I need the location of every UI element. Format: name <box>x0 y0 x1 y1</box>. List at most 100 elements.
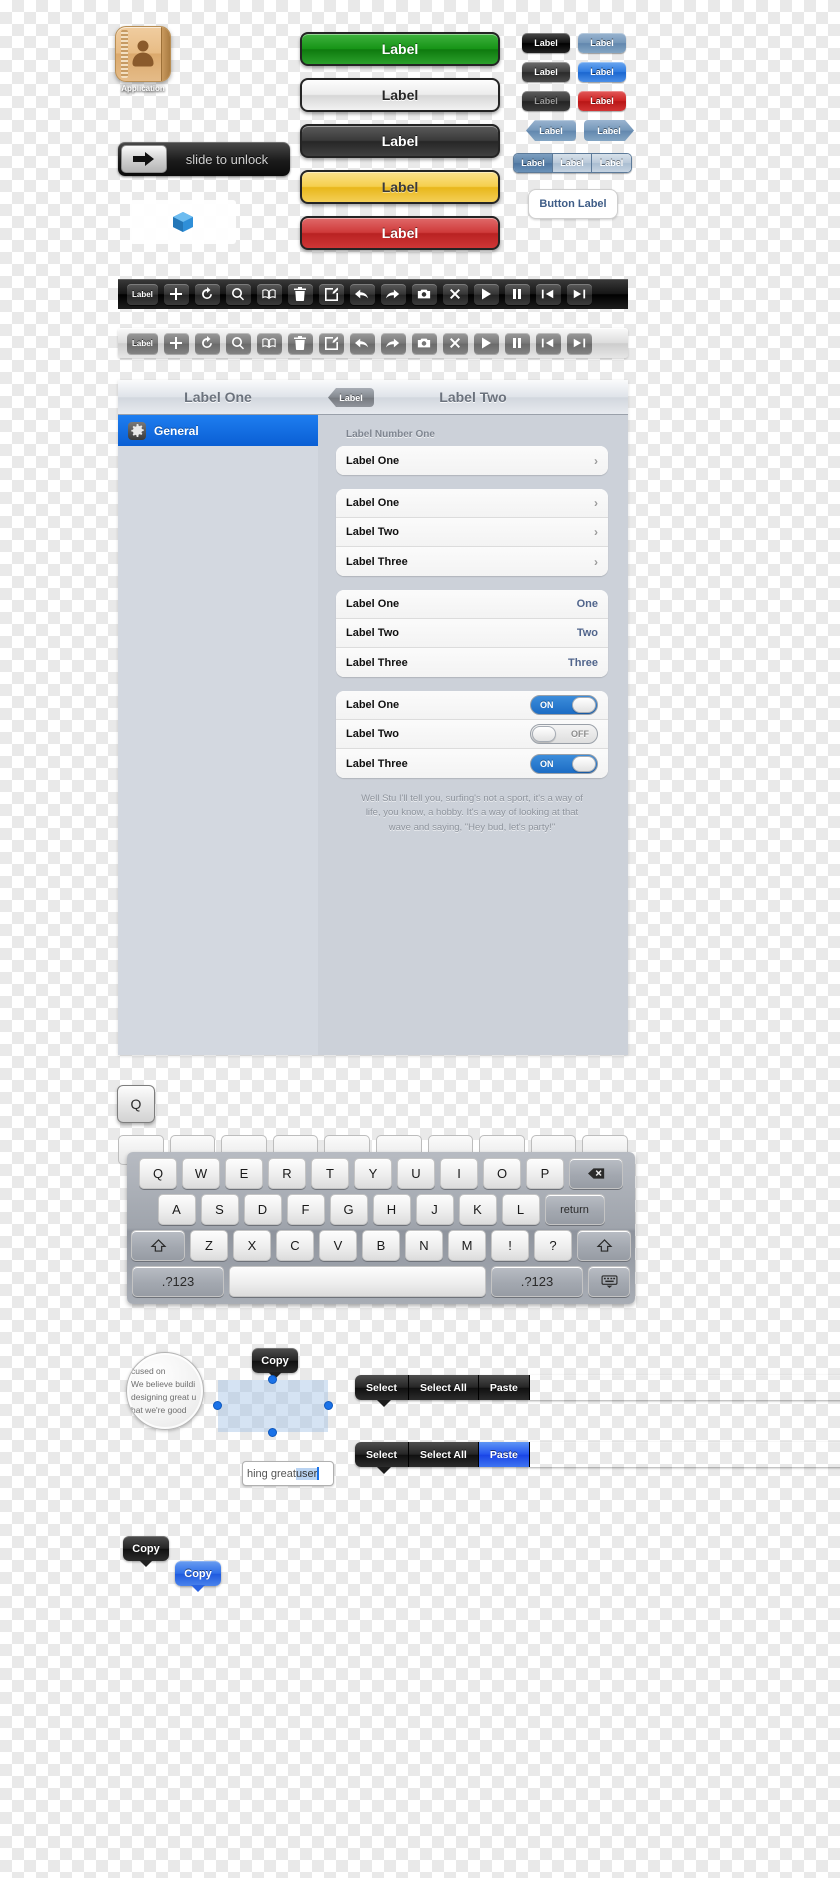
forward-button[interactable]: Label <box>584 120 634 141</box>
key-v[interactable]: V <box>319 1230 357 1261</box>
toolbar-book-button[interactable] <box>256 283 282 305</box>
toolbar-trash-button[interactable] <box>287 332 313 354</box>
key-h[interactable]: H <box>372 1194 411 1225</box>
small-button-red[interactable]: Label <box>578 91 626 111</box>
key-n[interactable]: N <box>405 1230 443 1261</box>
toolbar-reply-button[interactable] <box>349 283 375 305</box>
slide-to-unlock-track[interactable]: slide to unlock <box>118 142 290 176</box>
toolbar-search-button[interactable] <box>225 332 251 354</box>
key-question[interactable]: ? <box>534 1230 572 1261</box>
selection-rectangle[interactable] <box>213 1375 333 1437</box>
toolbar-refresh-button[interactable] <box>194 332 220 354</box>
key-m[interactable]: M <box>448 1230 486 1261</box>
toggle-switch[interactable]: ON <box>530 753 598 774</box>
toolbar-trash-button[interactable] <box>287 283 313 305</box>
key-o[interactable]: O <box>483 1158 521 1189</box>
key-a[interactable]: A <box>157 1194 196 1225</box>
selection-handle-right[interactable] <box>324 1401 333 1410</box>
menu-item-paste[interactable]: Paste <box>478 1375 530 1400</box>
selection-handle-bottom[interactable] <box>268 1428 277 1437</box>
toolbar-add-button[interactable] <box>163 332 189 354</box>
table-row[interactable]: Label Three Three <box>336 648 608 677</box>
toolbar-fast-forward-button[interactable] <box>566 283 592 305</box>
small-button-bright-blue[interactable]: Label <box>578 62 626 82</box>
toolbar-reply-button[interactable] <box>349 332 375 354</box>
menu-item-select-all[interactable]: Select All <box>408 1442 479 1467</box>
toolbar-compose-button[interactable] <box>318 283 344 305</box>
selection-handle-left[interactable] <box>213 1401 222 1410</box>
selection-handle-top[interactable] <box>268 1375 277 1384</box>
big-button-green[interactable]: Label <box>300 32 500 66</box>
key-space[interactable] <box>229 1266 486 1297</box>
segmented-control[interactable]: Label Label Label <box>513 153 632 173</box>
back-button[interactable]: Label <box>526 120 576 141</box>
key-return[interactable]: return <box>544 1194 605 1225</box>
toolbar-book-button[interactable] <box>256 332 282 354</box>
table-row[interactable]: Label Three › <box>336 547 608 576</box>
address-book-icon[interactable] <box>115 26 171 82</box>
table-row[interactable]: Label One › <box>336 446 608 475</box>
key-x[interactable]: X <box>233 1230 271 1261</box>
key-i[interactable]: I <box>440 1158 478 1189</box>
copy-bubble-dark[interactable]: Copy <box>123 1536 169 1567</box>
menu-item-select[interactable]: Select <box>355 1442 409 1467</box>
key-backspace[interactable] <box>569 1158 623 1189</box>
key-f[interactable]: F <box>286 1194 325 1225</box>
key-popup[interactable]: Q <box>117 1085 155 1123</box>
key-l[interactable]: L <box>501 1194 540 1225</box>
toolbar-share-button[interactable] <box>380 332 406 354</box>
sidebar-item-general[interactable]: General <box>118 415 318 446</box>
key-d[interactable]: D <box>243 1194 282 1225</box>
big-button-gold[interactable]: Label <box>300 170 500 204</box>
table-row[interactable]: Label Two › <box>336 518 608 547</box>
key-z[interactable]: Z <box>190 1230 228 1261</box>
toolbar-search-button[interactable] <box>225 283 251 305</box>
toolbar-compose-button[interactable] <box>318 332 344 354</box>
toolbar-camera-button[interactable] <box>411 283 437 305</box>
button-label-button[interactable]: Button Label <box>528 189 618 219</box>
toolbar-play-button[interactable] <box>473 283 499 305</box>
key-numbers-left[interactable]: .?123 <box>132 1266 224 1297</box>
toolbar-label-button[interactable]: Label <box>127 283 158 305</box>
key-shift-right[interactable] <box>577 1230 631 1261</box>
toolbar-add-button[interactable] <box>163 283 189 305</box>
big-button-red[interactable]: Label <box>300 216 500 250</box>
key-c[interactable]: C <box>276 1230 314 1261</box>
toolbar-camera-button[interactable] <box>411 332 437 354</box>
key-numbers-right[interactable]: .?123 <box>491 1266 583 1297</box>
key-exclamation[interactable]: ! <box>491 1230 529 1261</box>
copy-bubble-blue[interactable]: Copy <box>175 1561 221 1592</box>
key-t[interactable]: T <box>311 1158 349 1189</box>
key-y[interactable]: Y <box>354 1158 392 1189</box>
key-p[interactable]: P <box>526 1158 564 1189</box>
toolbar-play-button[interactable] <box>473 332 499 354</box>
key-shift-left[interactable] <box>131 1230 185 1261</box>
segment-2[interactable]: Label <box>592 154 631 172</box>
toolbar-rewind-button[interactable] <box>535 283 561 305</box>
key-b[interactable]: B <box>362 1230 400 1261</box>
key-g[interactable]: G <box>329 1194 368 1225</box>
big-button-dark[interactable]: Label <box>300 124 500 158</box>
key-e[interactable]: E <box>225 1158 263 1189</box>
segment-0[interactable]: Label <box>514 154 553 172</box>
menu-item-select[interactable]: Select <box>355 1375 409 1400</box>
menu-item-paste[interactable]: Paste <box>478 1442 530 1467</box>
table-row[interactable]: Label One One <box>336 590 608 619</box>
menu-item-select-all[interactable]: Select All <box>408 1375 479 1400</box>
detail-back-button[interactable]: Label <box>328 388 374 407</box>
application-icon-block[interactable]: Application <box>112 26 174 93</box>
small-button-blue[interactable]: Label <box>578 33 626 53</box>
key-q[interactable]: Q <box>139 1158 177 1189</box>
small-button-gray[interactable]: Label <box>522 62 570 82</box>
toggle-switch[interactable]: OFF <box>530 724 598 744</box>
table-row[interactable]: Label One › <box>336 489 608 518</box>
key-r[interactable]: R <box>268 1158 306 1189</box>
key-u[interactable]: U <box>397 1158 435 1189</box>
big-button-white[interactable]: Label <box>300 78 500 112</box>
key-w[interactable]: W <box>182 1158 220 1189</box>
toolbar-pause-button[interactable] <box>504 332 530 354</box>
key-s[interactable]: S <box>200 1194 239 1225</box>
small-button-black[interactable]: Label <box>522 33 570 53</box>
copy-bubble-top[interactable]: Copy <box>252 1348 298 1379</box>
key-j[interactable]: J <box>415 1194 454 1225</box>
